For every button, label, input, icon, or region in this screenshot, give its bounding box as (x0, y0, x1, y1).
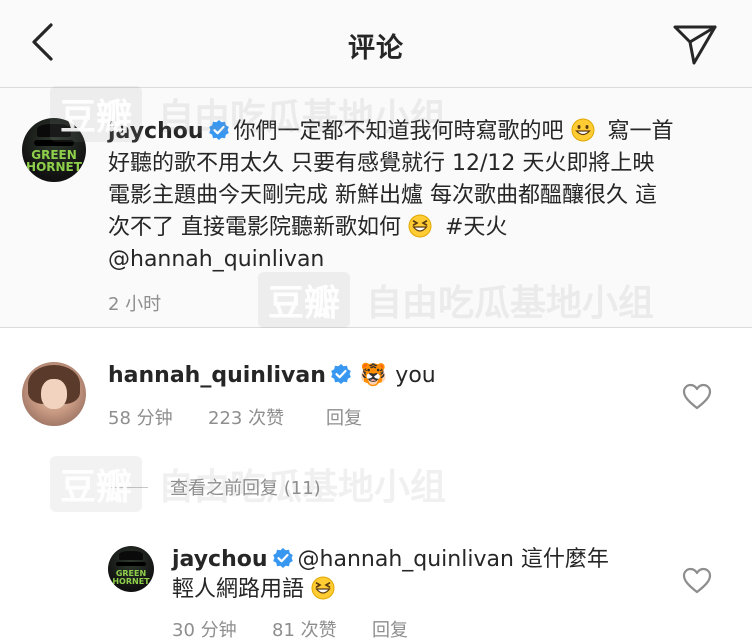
comment-likes[interactable]: 223 次赞 (208, 404, 284, 430)
timestamp: 2 小时 (108, 294, 162, 315)
caption-text: 寫一首 (607, 119, 674, 144)
verified-badge-icon (208, 120, 229, 140)
heart-icon (682, 383, 712, 410)
share-button[interactable] (668, 18, 722, 70)
username[interactable]: jaychou (172, 547, 268, 572)
reply-text-line: 輕人網路用語 (172, 576, 335, 604)
laughing-emoji-icon (311, 576, 335, 600)
caption-line: jaychou 你們一定都不知道我何時寫歌的吧 寫一首 (108, 118, 674, 146)
reply-button[interactable]: 回复 (326, 404, 362, 430)
post-caption: GREEN HORNET jaychou 你們一定都不知道我何時寫歌的吧 寫一首 好… (0, 88, 752, 328)
avatar[interactable]: GREEN HORNET (108, 546, 154, 592)
comment-text: you (395, 363, 436, 388)
tiger-emoji: 🐯 (359, 363, 388, 388)
username[interactable]: hannah_quinlivan (108, 363, 326, 388)
caption-line: 好聽的歌不用太久 只要有感覺就行 12/12 天火即將上映 (108, 151, 655, 176)
verified-badge-icon (331, 364, 351, 384)
caption-line: 電影主題曲今天剛完成 新鮮出爐 每次歌曲都醞釀很久 這 (108, 183, 657, 208)
reply-text: @hannah_quinlivan 這什麼年 (297, 547, 609, 572)
heart-icon (682, 567, 712, 594)
like-button[interactable] (682, 383, 712, 411)
divider-line (108, 486, 148, 488)
grinning-emoji-icon (571, 118, 595, 142)
avatar[interactable] (22, 362, 86, 426)
reply-text: 輕人網路用語 (172, 577, 305, 602)
mention-link[interactable]: @hannah_quinlivan (108, 246, 324, 274)
verified-badge-icon (272, 548, 293, 568)
view-replies-label: 查看之前回复 (11) (170, 478, 321, 499)
like-button[interactable] (682, 567, 712, 595)
username[interactable]: jaychou (108, 119, 204, 144)
reply-text-line: jaychou @hannah_quinlivan 這什麼年 (172, 546, 609, 574)
reply-button[interactable]: 回复 (372, 616, 408, 640)
page-title: 评论 (348, 33, 404, 64)
reply-likes[interactable]: 81 次赞 (272, 616, 337, 640)
caption-line: 次不了 直接電影院聽新歌如何 #天火 (108, 214, 507, 242)
comment-text-line: hannah_quinlivan 🐯 you (108, 362, 436, 390)
header-bar: 评论 (0, 0, 752, 88)
reply-time: 30 分钟 (172, 620, 237, 640)
comments-screen: 评论 GREEN HORNET jaychou 你們一定都不知道我何時寫歌的吧 寫一… (0, 0, 752, 640)
caption-text: 你們一定都不知道我何時寫歌的吧 (233, 119, 564, 144)
laughing-emoji-icon (408, 214, 432, 238)
paper-plane-icon (673, 25, 717, 65)
avatar[interactable]: GREEN HORNET (22, 118, 86, 182)
comment-time: 58 分钟 (108, 408, 173, 429)
caption-text: 次不了 直接電影院聽新歌如何 (108, 215, 401, 240)
hashtag-link[interactable]: #天火 (445, 215, 507, 240)
view-previous-replies[interactable]: 查看之前回复 (11) (108, 474, 321, 500)
